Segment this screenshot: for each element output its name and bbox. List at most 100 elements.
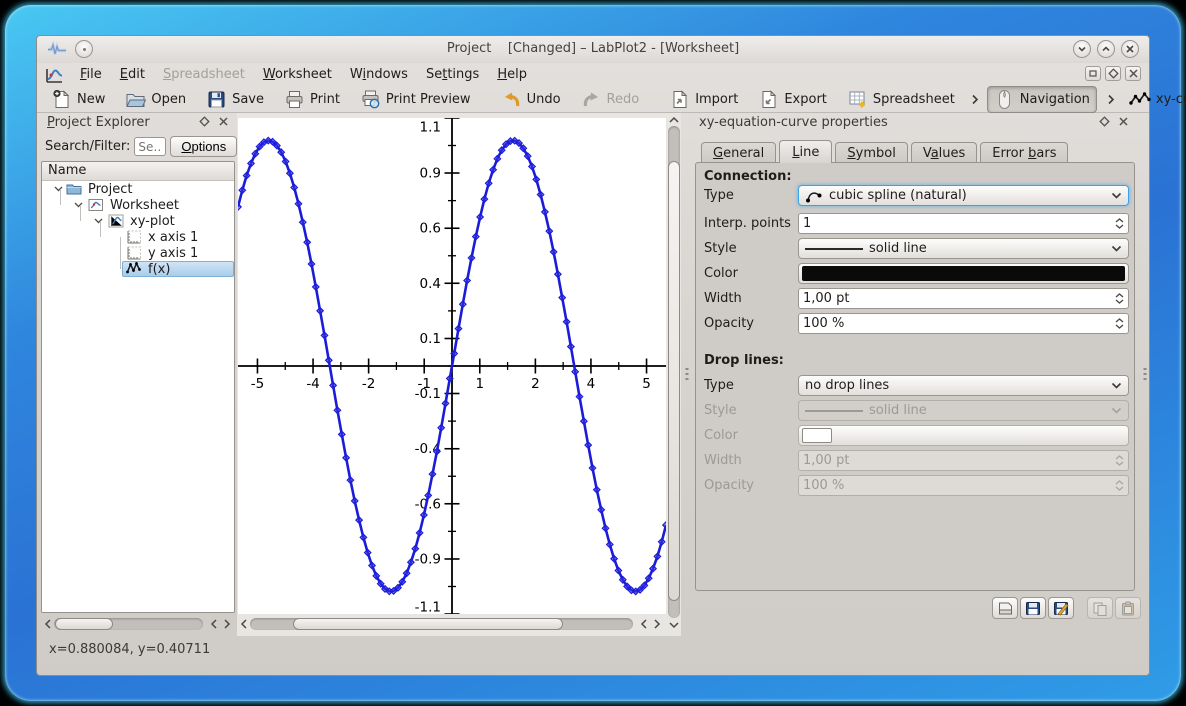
- import-button[interactable]: Import: [663, 87, 744, 112]
- tree-item-project[interactable]: Project: [42, 181, 234, 197]
- panel-float-button[interactable]: [199, 116, 210, 127]
- copy-button: [1087, 597, 1113, 619]
- connection-interp-points-spinbox[interactable]: 1: [798, 213, 1129, 234]
- edit-template-button[interactable]: [1048, 597, 1074, 619]
- search-filter-input[interactable]: [134, 137, 166, 156]
- scroll-thumb[interactable]: [55, 618, 113, 630]
- new-button[interactable]: New: [45, 87, 111, 112]
- svg-text:2: 2: [531, 376, 540, 392]
- menu-help[interactable]: Help: [488, 65, 536, 84]
- svg-text:-1.1: -1.1: [415, 600, 441, 615]
- tree-item-x-axis-1[interactable]: x axis 1: [42, 229, 234, 245]
- subwindow-restore-button[interactable]: [1085, 66, 1101, 81]
- tab-values[interactable]: Values: [911, 142, 977, 163]
- toolbar-button-label: Spreadsheet: [873, 92, 955, 107]
- save-icon: [206, 89, 227, 110]
- sine-plot: -5-4-2-112451.10.90.60.40.1-0.1-0.4-0.6-…: [238, 118, 666, 614]
- toolbar-overflow-chevron[interactable]: [971, 94, 979, 105]
- toolbar-overflow-chevron[interactable]: [1107, 94, 1115, 105]
- subwindow-float-button[interactable]: [1105, 66, 1121, 81]
- spinbox-arrows[interactable]: [1115, 318, 1124, 329]
- axis-icon: [126, 230, 142, 244]
- menu-settings[interactable]: Settings: [417, 65, 488, 84]
- scroll-down-arrow-icon[interactable]: [668, 619, 680, 631]
- window-menu-button[interactable]: [75, 40, 93, 58]
- scroll-up-arrow-icon[interactable]: [668, 113, 680, 125]
- connection-color-color-button[interactable]: [798, 263, 1129, 284]
- paste-icon: [1120, 601, 1136, 616]
- tab-general[interactable]: General: [701, 142, 776, 163]
- drop-lines-opacity-spinbox: 100 %: [798, 475, 1129, 496]
- tab-symbol[interactable]: Symbol: [835, 142, 907, 163]
- scroll-left-arrow-icon[interactable]: [41, 618, 53, 630]
- vertical-scrollbar[interactable]: [667, 113, 681, 632]
- spinbox-value: 1,00 pt: [803, 453, 849, 468]
- menu-edit[interactable]: Edit: [111, 65, 154, 84]
- connection-width-spinbox[interactable]: 1,00 pt: [798, 288, 1129, 309]
- title-bar[interactable]: Project [Changed] – LabPlot2 - [Workshee…: [37, 36, 1149, 63]
- maximize-icon: [1100, 43, 1112, 55]
- scroll-left-arrow-icon[interactable]: [637, 618, 649, 630]
- scroll-right-arrow-icon[interactable]: [221, 618, 233, 630]
- load-template-button[interactable]: [992, 597, 1018, 619]
- maximize-button[interactable]: [1097, 40, 1115, 58]
- menu-file[interactable]: File: [71, 65, 111, 84]
- floppy-pencil-icon: [1053, 601, 1069, 616]
- panel-close-button[interactable]: [1118, 116, 1129, 127]
- connection-type-dropdown[interactable]: cubic spline (natural): [798, 185, 1129, 206]
- minimize-icon: [1076, 43, 1088, 55]
- connection-style-dropdown[interactable]: solid line: [798, 238, 1129, 259]
- close-icon: [1124, 43, 1136, 55]
- plot-canvas[interactable]: -5-4-2-112451.10.90.60.40.1-0.1-0.4-0.6-…: [238, 118, 666, 614]
- drop-lines-type-dropdown[interactable]: no drop lines: [798, 375, 1129, 396]
- redo-button[interactable]: Redo: [575, 87, 646, 112]
- property-label: Type: [704, 188, 734, 203]
- tab-error-bars[interactable]: Error bars: [980, 142, 1068, 163]
- drop-lines-color-color-button: [798, 425, 1129, 446]
- expander-chevron-icon[interactable]: [74, 202, 83, 208]
- export-button[interactable]: Export: [752, 87, 833, 112]
- tree-item-label: Worksheet: [110, 198, 179, 213]
- spinbox-arrows[interactable]: [1115, 293, 1124, 304]
- save-button[interactable]: Save: [200, 87, 270, 112]
- tree-item-y-axis-1[interactable]: y axis 1: [42, 245, 234, 261]
- options-button[interactable]: Options: [170, 136, 237, 157]
- horizontal-scrollbar[interactable]: [41, 616, 235, 632]
- scroll-left-arrow-icon[interactable]: [207, 618, 219, 630]
- spinbox-arrows[interactable]: [1115, 218, 1124, 229]
- subwindow-close-button[interactable]: [1125, 66, 1141, 81]
- connection-opacity-spinbox[interactable]: 100 %: [798, 313, 1129, 334]
- expander-chevron-icon[interactable]: [54, 186, 63, 192]
- svg-text:0.9: 0.9: [420, 166, 441, 182]
- dock-resize-strip[interactable]: [1139, 113, 1151, 636]
- navigation-button[interactable]: Navigation: [987, 86, 1097, 113]
- tree-item-xy-plot[interactable]: xy-plot: [42, 213, 234, 229]
- line-style-sample: [805, 410, 863, 412]
- horizontal-scrollbar[interactable]: [237, 616, 665, 632]
- toolbar-button-label: Print Preview: [386, 92, 471, 107]
- panel-close-button[interactable]: [218, 116, 229, 127]
- splitter-handle[interactable]: [683, 113, 691, 636]
- panel-float-button[interactable]: [1099, 116, 1110, 127]
- tree-item-f-x-[interactable]: f(x): [42, 261, 234, 277]
- spinbox-arrows: [1115, 480, 1124, 491]
- xy-curve-button[interactable]: xy-curve: [1123, 90, 1186, 109]
- scroll-right-arrow-icon[interactable]: [651, 618, 663, 630]
- menu-worksheet[interactable]: Worksheet: [254, 65, 341, 84]
- open-button[interactable]: Open: [119, 87, 192, 112]
- scroll-thumb[interactable]: [293, 618, 563, 630]
- spreadsheet-button[interactable]: Spreadsheet: [841, 87, 961, 112]
- close-button[interactable]: [1121, 40, 1139, 58]
- scroll-thumb[interactable]: [668, 161, 680, 601]
- print-preview-button[interactable]: Print Preview: [354, 87, 477, 112]
- tree-guide-line: [100, 221, 101, 237]
- save-template-button[interactable]: [1020, 597, 1046, 619]
- tab-line[interactable]: Line: [779, 140, 832, 163]
- print-button[interactable]: Print: [278, 87, 346, 112]
- undo-button[interactable]: Undo: [495, 87, 567, 112]
- tree-item-worksheet[interactable]: Worksheet: [42, 197, 234, 213]
- scroll-left-arrow-icon[interactable]: [237, 618, 249, 630]
- menu-windows[interactable]: Windows: [341, 65, 417, 84]
- minimize-button[interactable]: [1073, 40, 1091, 58]
- expander-chevron-icon[interactable]: [94, 218, 103, 224]
